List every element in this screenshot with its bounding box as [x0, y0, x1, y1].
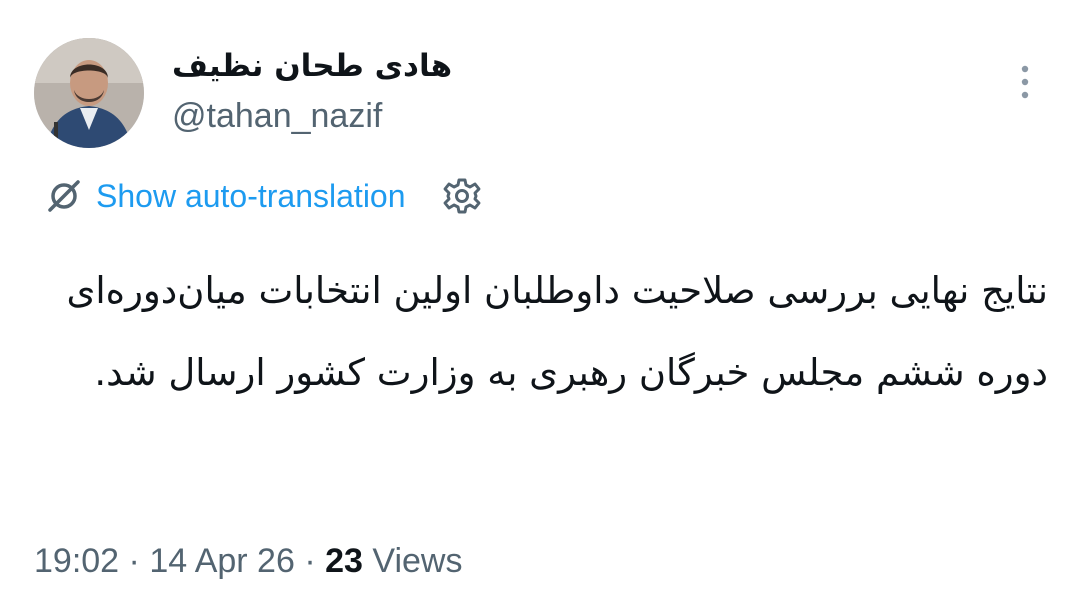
tweet-text: نتایج نهایی بررسی صلاحیت داوطلبان اولین …	[66, 269, 1048, 394]
meta-separator: ·	[294, 542, 326, 580]
tweet-time[interactable]: 19:02	[34, 542, 119, 580]
views-count[interactable]: 23	[325, 542, 363, 580]
translate-off-icon	[48, 180, 80, 212]
gear-icon[interactable]	[442, 176, 482, 216]
tweet-date[interactable]: 14 Apr 26	[149, 542, 295, 580]
more-vertical-icon	[1021, 65, 1029, 99]
avatar[interactable]	[34, 38, 144, 148]
show-auto-translation-link[interactable]: Show auto-translation	[96, 178, 406, 215]
tweet-metadata: 19:02 · 14 Apr 26 · 23 Views	[34, 538, 462, 584]
translation-bar: Show auto-translation	[44, 172, 482, 220]
more-options-button[interactable]	[1010, 62, 1040, 102]
views-label[interactable]: Views	[372, 542, 462, 580]
author-handle[interactable]: @tahan_nazif	[172, 94, 382, 138]
meta-separator: ·	[119, 542, 150, 580]
avatar-photo	[34, 38, 144, 148]
author-display-name[interactable]: هادی طحان نظیف	[172, 46, 462, 86]
